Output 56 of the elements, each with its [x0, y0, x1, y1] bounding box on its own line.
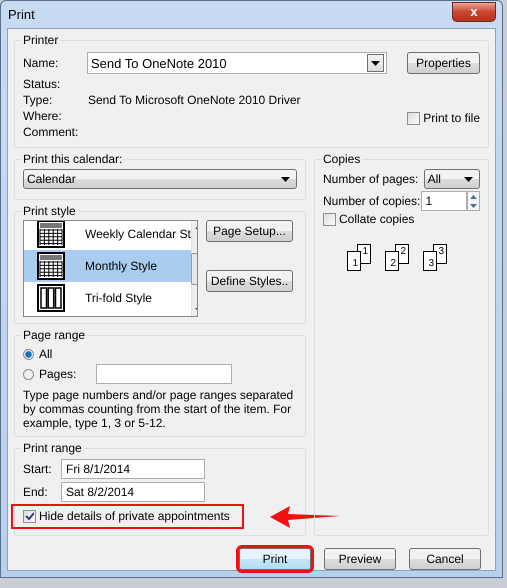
info-label: Comment: [23, 125, 80, 141]
dialog-button[interactable]: Cancel [409, 548, 481, 570]
properties-button[interactable]: Properties [407, 52, 480, 74]
arrow-icon [270, 504, 340, 528]
radio-label: Pages: [39, 367, 78, 381]
calendar-dropdown[interactable]: Calendar [23, 169, 297, 189]
checkbox-label: Hide details of private appointments [39, 509, 230, 523]
pages-dropdown[interactable]: All [424, 169, 480, 189]
group-title: Page range [22, 328, 86, 342]
group-title: Print style [22, 204, 77, 218]
calendar-icon [37, 221, 65, 248]
dialog-button[interactable]: Print [239, 548, 311, 570]
group-title: Printer [22, 33, 60, 47]
name-label: Name: [23, 56, 60, 70]
radio-label: All [39, 347, 54, 361]
style-item[interactable]: Weekly Calendar St [24, 221, 191, 250]
checkbox[interactable] [23, 510, 36, 522]
group-title: Print range [22, 441, 83, 455]
style-button[interactable]: Page Setup... [206, 220, 293, 242]
pages-label: Number of pages: [323, 172, 420, 186]
copies-field[interactable]: 1 [420, 191, 467, 211]
style-item[interactable]: Monthly Style [24, 250, 191, 282]
group-title: Print this calendar: [22, 152, 124, 166]
dialog-button[interactable]: Preview [324, 548, 396, 570]
dropdown-arrow-icon [281, 176, 290, 182]
info-value: Send To Microsoft OneNote 2010 Driver [88, 93, 301, 109]
end-date-field[interactable]: Sat 8/2/2014 [61, 482, 205, 502]
info-label: Type: [23, 93, 54, 109]
page-icon: 3 [423, 251, 437, 271]
style-list[interactable]: Weekly Calendar St Monthly Style Tri-fold Style [23, 220, 198, 317]
pages-field[interactable] [96, 364, 232, 384]
help-text: Type page numbers and/or page ranges separated by commas counting from the start of the item. For example, type 1, 3 or 5-12. [23, 388, 294, 430]
copies-label: Number of copies: [323, 194, 421, 208]
style-item[interactable]: Tri-fold Style [24, 282, 191, 314]
info-label: Where: [23, 109, 63, 125]
start-date-field[interactable]: Fri 8/1/2014 [61, 458, 205, 478]
info-label: Status: [23, 77, 62, 93]
printer-dropdown[interactable]: Send To OneNote 2010 [87, 52, 387, 74]
checkbox-label: Collate copies [339, 212, 414, 226]
spinner[interactable] [466, 191, 480, 211]
end-label: End: [23, 484, 49, 498]
calendar-icon [37, 252, 65, 280]
checkbox-label: Print to file [423, 111, 480, 125]
checkbox[interactable] [323, 212, 336, 226]
page-icon: 2 [385, 251, 399, 271]
dropdown-arrow-icon [464, 176, 473, 182]
group-title: Copies [322, 152, 362, 166]
page-icon: 1 [347, 251, 361, 271]
columns-icon [37, 284, 65, 312]
radio-button[interactable] [23, 368, 34, 380]
window-title: Print [8, 7, 35, 22]
checkbox[interactable] [407, 112, 420, 124]
radio-button[interactable] [23, 348, 34, 360]
start-label: Start: [23, 462, 53, 476]
close-button[interactable]: x [452, 2, 496, 22]
style-button[interactable]: Define Styles.. [206, 270, 293, 292]
